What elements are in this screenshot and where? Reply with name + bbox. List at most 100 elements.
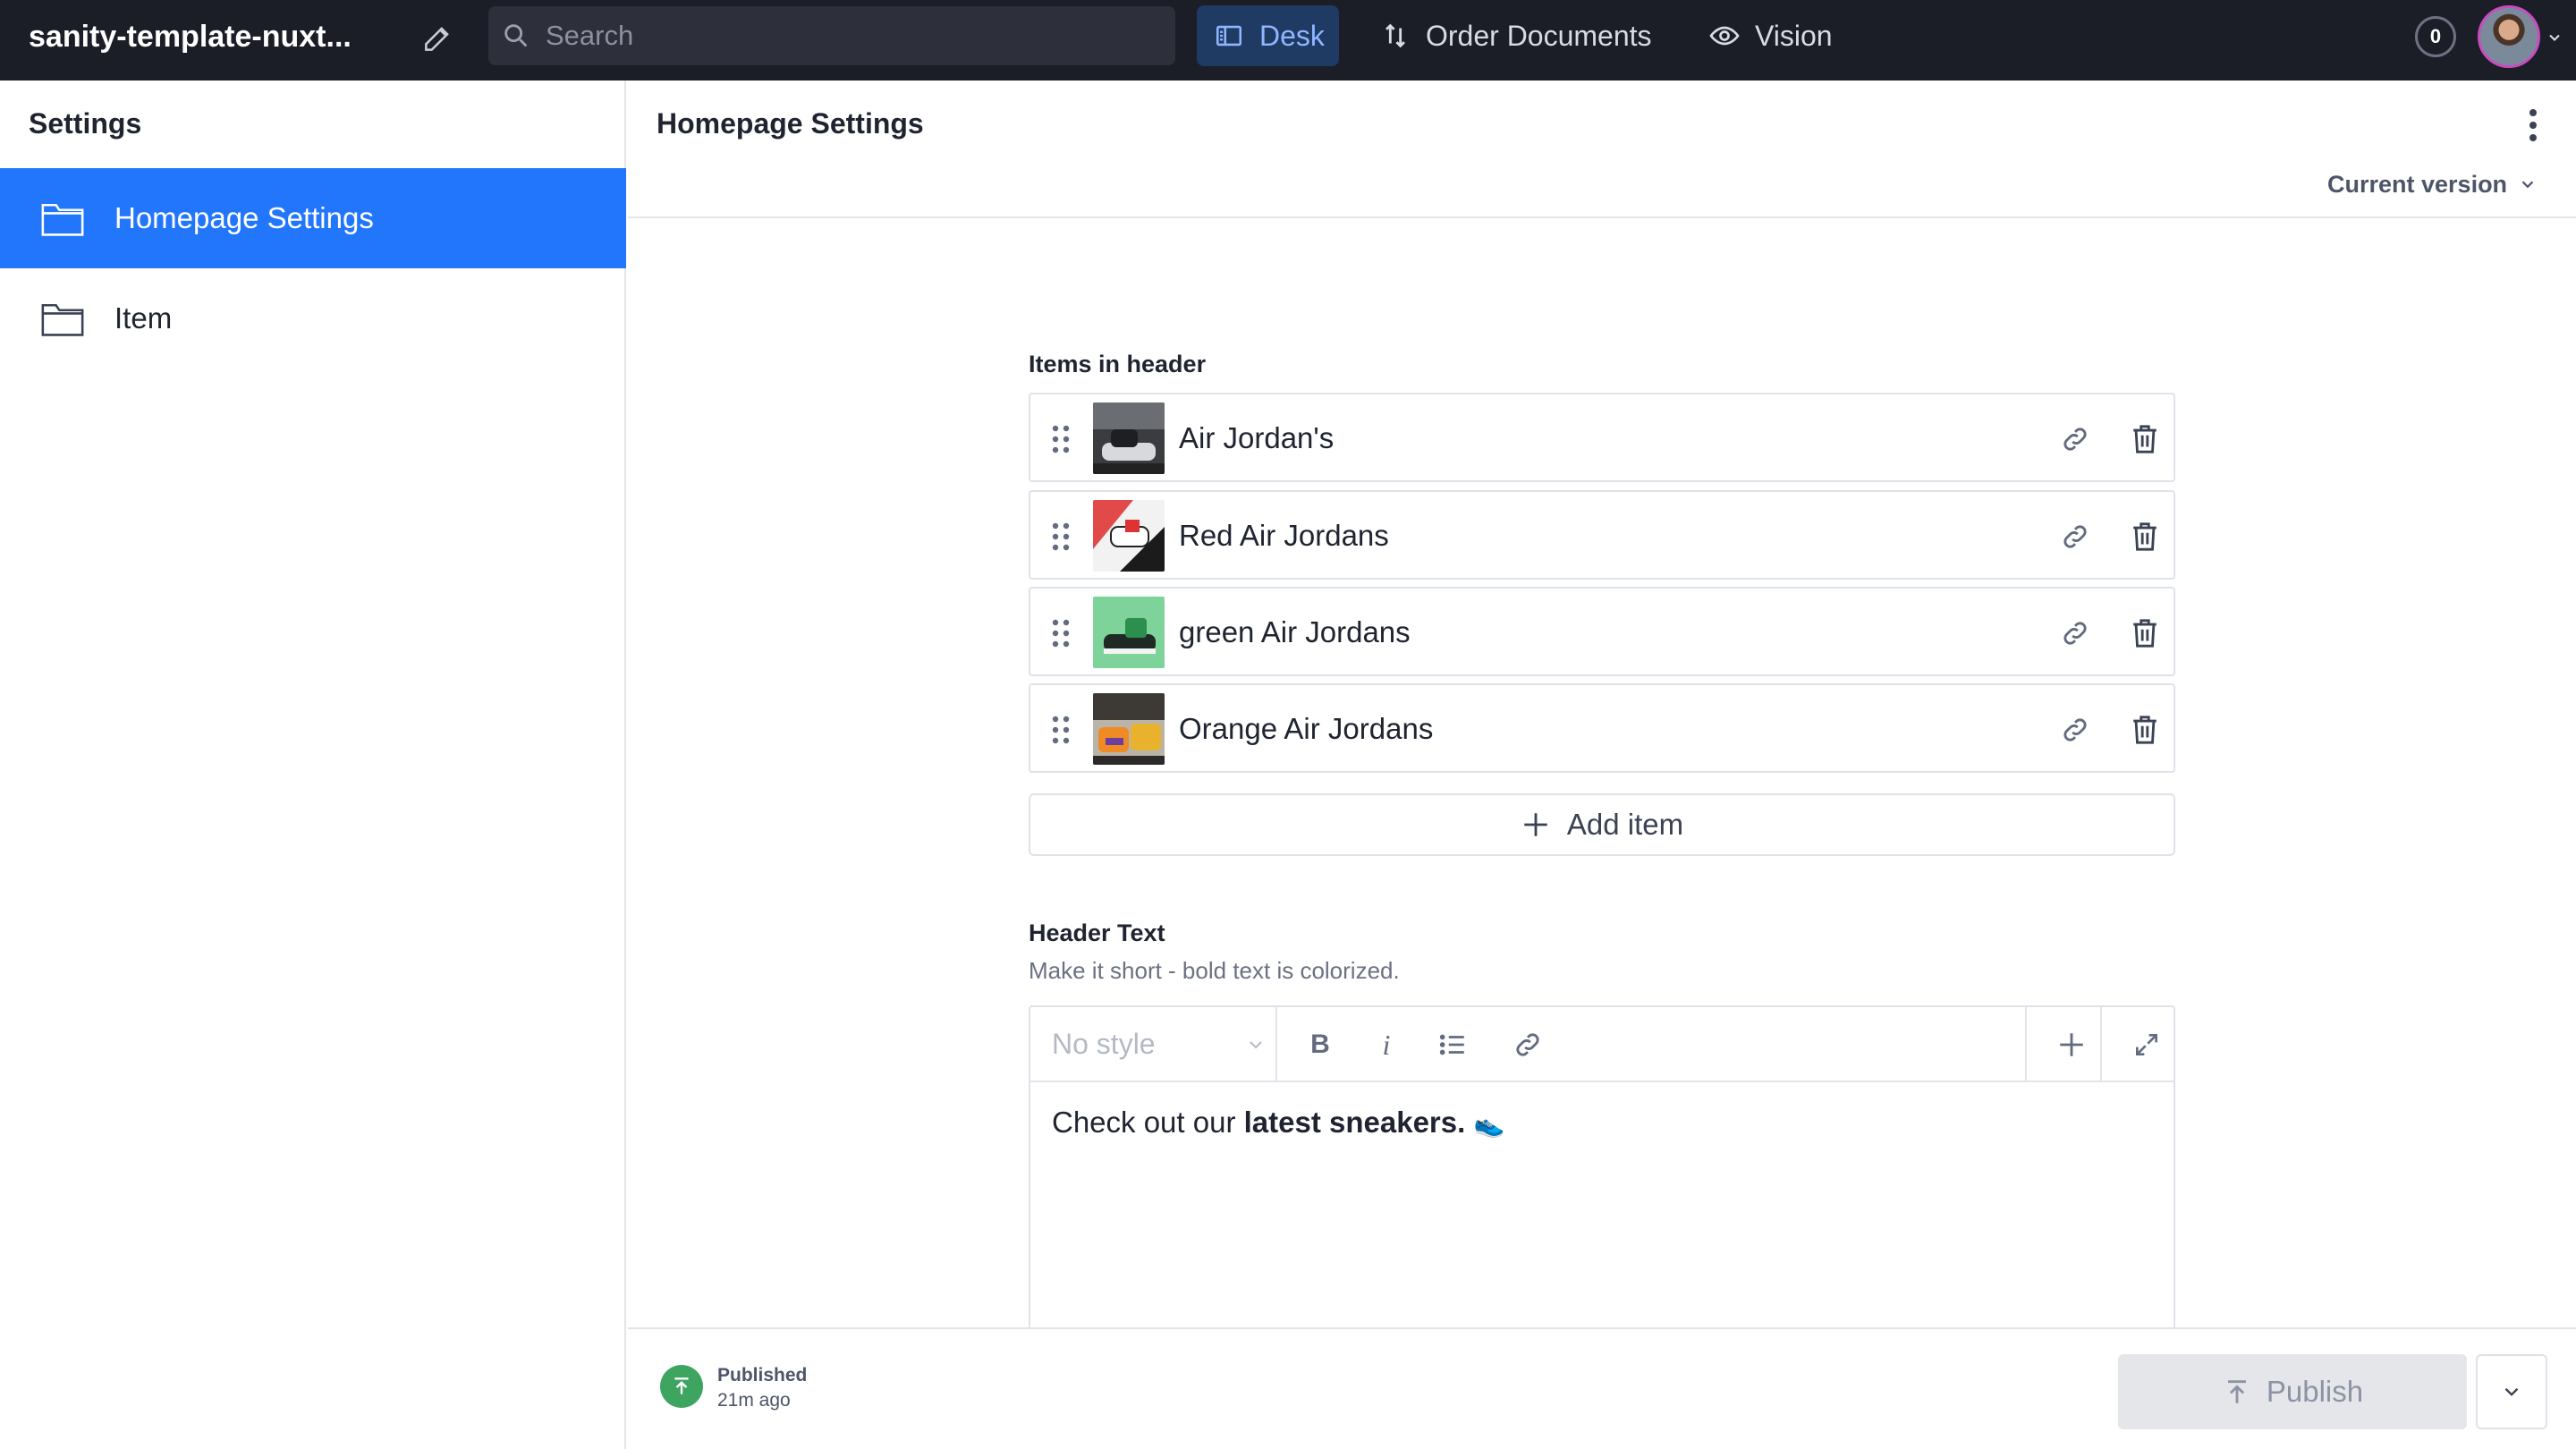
- version-label: Current version: [2327, 170, 2508, 198]
- avatar: [2478, 5, 2540, 68]
- delete-button[interactable]: [2127, 614, 2163, 653]
- editor-toolbar: No style B i: [1030, 1007, 2174, 1082]
- link-icon: [2063, 718, 2087, 741]
- document-menu-button[interactable]: [2515, 104, 2551, 147]
- publish-button[interactable]: Publish: [2118, 1354, 2467, 1429]
- link-button[interactable]: [2057, 712, 2093, 748]
- drag-handle-icon[interactable]: [1050, 714, 1072, 746]
- plus-icon: [1524, 813, 1547, 836]
- delete-button[interactable]: [2127, 419, 2163, 459]
- bold-button[interactable]: B: [1299, 1023, 1342, 1066]
- drag-handle-icon[interactable]: [1050, 521, 1072, 553]
- block-style-value: No style: [1052, 1027, 1156, 1060]
- tool-desk[interactable]: Desk: [1197, 5, 1339, 66]
- trash-icon: [2133, 425, 2157, 453]
- link-icon: [2063, 428, 2087, 451]
- desk-icon: [1211, 18, 1247, 54]
- document-title: Homepage Settings: [657, 107, 924, 140]
- chevron-down-icon: [2504, 1387, 2519, 1396]
- list-item-label: Item: [114, 301, 173, 335]
- sneaker-thumbnail: [1093, 500, 1165, 572]
- toolbar-divider: [2100, 1007, 2102, 1080]
- list-item-item[interactable]: Item: [0, 268, 626, 369]
- chevron-down-icon: [1250, 1041, 1262, 1049]
- insert-link-button[interactable]: [1506, 1023, 1549, 1066]
- top-navigation-bar: sanity-template-nuxt... Desk Order Docum…: [0, 0, 2576, 80]
- publish-label: Publish: [2266, 1375, 2364, 1408]
- link-button[interactable]: [2057, 519, 2093, 555]
- sneaker-emoji: 👟: [1473, 1110, 1505, 1138]
- tool-vision[interactable]: Vision: [1692, 5, 1847, 66]
- published-status-icon: [660, 1365, 703, 1408]
- tool-order-documents[interactable]: Order Documents: [1363, 5, 1666, 66]
- project-title[interactable]: sanity-template-nuxt...: [29, 0, 369, 80]
- tool-desk-label: Desk: [1259, 19, 1325, 52]
- header-text-description: Make it short - bold text is colorized.: [1029, 957, 1400, 984]
- toolbar-divider: [2025, 1007, 2027, 1080]
- sneaker-thumbnail: [1093, 693, 1165, 765]
- add-item-button[interactable]: Add item: [1029, 793, 2175, 856]
- more-actions-button[interactable]: [2476, 1354, 2547, 1429]
- array-item[interactable]: green Air Jordans: [1029, 587, 2175, 676]
- publish-status: Published: [717, 1365, 808, 1385]
- search-icon: [504, 24, 528, 47]
- trash-icon: [2133, 619, 2157, 648]
- user-menu[interactable]: [2478, 5, 2563, 68]
- publish-time: 21m ago: [717, 1390, 791, 1411]
- header-text-label: Header Text: [1029, 919, 1165, 946]
- block-style-select[interactable]: No style: [1030, 1007, 1277, 1080]
- search-field[interactable]: [488, 6, 1175, 65]
- list-item-label: Homepage Settings: [114, 201, 374, 234]
- notification-badge[interactable]: 0: [2415, 16, 2456, 57]
- link-button[interactable]: [2057, 421, 2093, 457]
- publish-icon: [2227, 1380, 2246, 1403]
- eye-icon: [1707, 18, 1742, 54]
- editor-text-bold: latest sneakers.: [1243, 1106, 1466, 1139]
- pane-title: Settings: [29, 107, 142, 140]
- italic-button[interactable]: i: [1365, 1023, 1408, 1066]
- link-icon: [1516, 1033, 1539, 1056]
- folder-icon: [41, 303, 84, 336]
- compose-icon: [425, 27, 449, 51]
- plus-icon: [2060, 1033, 2083, 1056]
- chevron-down-icon: [2521, 181, 2534, 189]
- bullet-list-icon: [1439, 1034, 1464, 1055]
- delete-button[interactable]: [2127, 517, 2163, 556]
- drag-handle-icon[interactable]: [1050, 423, 1072, 455]
- array-item[interactable]: Air Jordan's: [1029, 393, 2175, 482]
- compose-button[interactable]: [417, 18, 458, 59]
- settings-pane: Settings Homepage Settings Item: [0, 80, 626, 1449]
- italic-icon: i: [1382, 1028, 1391, 1061]
- array-item-title: green Air Jordans: [1179, 615, 1411, 648]
- add-item-label: Add item: [1566, 808, 1684, 841]
- document-header: Homepage Settings Current version: [628, 80, 2576, 218]
- sort-icon: [1377, 18, 1413, 54]
- editor-text-plain: Check out our: [1052, 1106, 1244, 1139]
- fullscreen-button[interactable]: [2125, 1023, 2168, 1066]
- link-icon: [2063, 525, 2087, 548]
- items-field-label: Items in header: [1029, 351, 1207, 377]
- list-item-homepage-settings[interactable]: Homepage Settings: [0, 168, 626, 268]
- expand-icon: [2136, 1034, 2157, 1055]
- bullet-list-button[interactable]: [1431, 1023, 1474, 1066]
- chevron-down-icon: [2549, 34, 2560, 41]
- array-item[interactable]: Orange Air Jordans: [1029, 683, 2175, 773]
- folder-icon: [41, 203, 84, 236]
- delete-button[interactable]: [2127, 710, 2163, 750]
- document-footer: Published 21m ago Publish: [628, 1327, 2576, 1449]
- link-button[interactable]: [2057, 615, 2093, 651]
- array-item-title: Red Air Jordans: [1179, 519, 1389, 552]
- document-pane: Homepage Settings Current version Items …: [628, 80, 2576, 1449]
- drag-handle-icon[interactable]: [1050, 617, 1072, 649]
- array-item-title: Air Jordan's: [1179, 421, 1335, 454]
- array-item-title: Orange Air Jordans: [1179, 712, 1434, 745]
- editor-content[interactable]: Check out our latest sneakers. 👟: [1052, 1106, 1504, 1140]
- link-icon: [2063, 622, 2087, 645]
- tool-vision-label: Vision: [1755, 19, 1833, 52]
- trash-icon: [2133, 522, 2157, 551]
- array-item[interactable]: Red Air Jordans: [1029, 490, 2175, 580]
- insert-block-button[interactable]: [2050, 1023, 2093, 1066]
- kebab-menu-icon: [2529, 109, 2537, 141]
- search-input[interactable]: [546, 6, 1163, 65]
- version-selector[interactable]: Current version: [2327, 166, 2538, 202]
